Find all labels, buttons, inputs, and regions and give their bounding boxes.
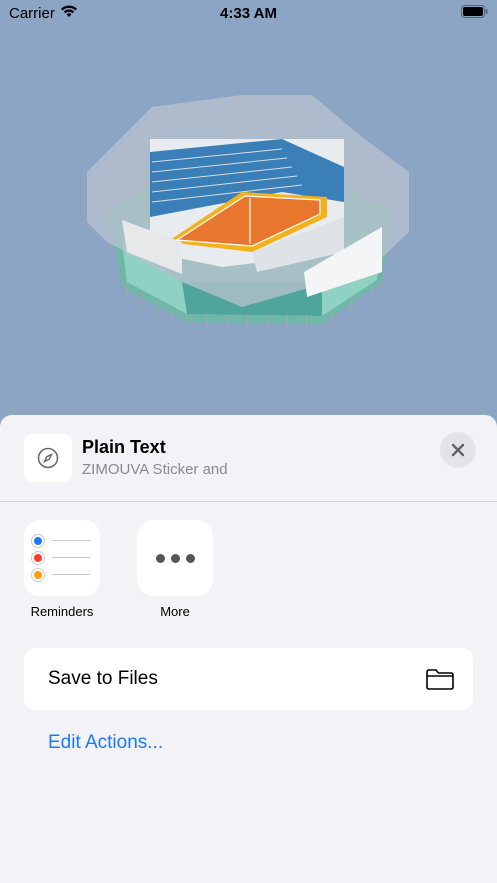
share-apps-row: Reminders More [0,520,497,630]
share-app-label: More [160,604,190,619]
reminders-icon [24,520,100,596]
battery-icon [461,5,488,18]
share-app-label: Reminders [30,604,94,619]
share-app-more[interactable]: More [127,520,223,619]
close-button[interactable] [440,432,476,468]
content-thumbnail [24,434,72,482]
status-time: 4:33 AM [220,5,277,22]
save-to-files-button[interactable]: Save to Files [24,648,473,710]
edit-actions-link[interactable]: Edit Actions... [48,732,163,754]
sheet-subtitle: ZIMOUVA Sticker and [82,461,228,478]
sheet-title: Plain Text [82,437,166,457]
share-sheet-header: Plain Text ZIMOUVA Sticker and [0,415,497,502]
save-to-files-label: Save to Files [48,668,158,689]
folder-icon [426,669,454,690]
status-bar: Carrier 4:33 AM [0,0,497,28]
more-icon [137,520,213,596]
close-icon [451,443,465,457]
hero-image [0,28,497,428]
share-sheet: Plain Text ZIMOUVA Sticker and Reminders [0,415,497,883]
share-app-reminders[interactable]: Reminders [14,520,110,619]
compass-icon [37,447,59,469]
stadium-illustration-icon [87,95,409,330]
